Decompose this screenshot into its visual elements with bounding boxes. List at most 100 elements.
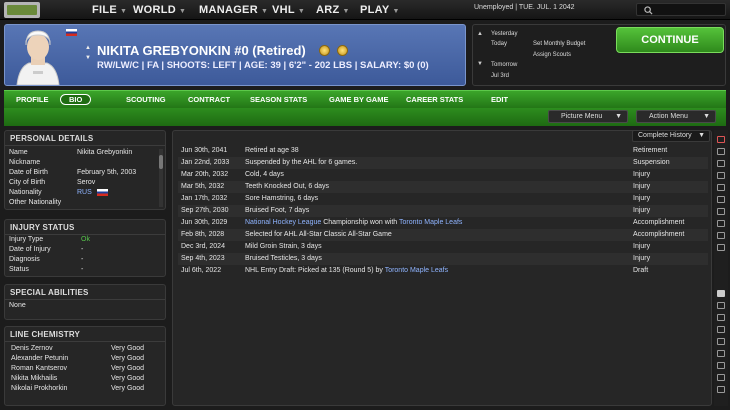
event-date: Sep 4th, 2023 [181,255,225,262]
injury-label: Status [9,266,29,273]
event-description-text: NHL Entry Draft: Picked at 135 (Round 5)… [245,267,385,274]
chemistry-player[interactable]: Roman Kantserov [11,365,67,372]
shield-icon[interactable] [717,302,725,309]
personal-details-panel: PERSONAL DETAILS Name Nikita Grebyonkin … [4,130,166,210]
menu-world[interactable]: WORLD ▼ [133,4,186,16]
hockey-stick-icon[interactable] [717,136,725,143]
history-filter-dropdown[interactable]: Complete History ▼ [632,130,710,142]
task-budget[interactable]: Set Monthly Budget [533,41,585,47]
people-icon[interactable] [717,196,725,203]
event-description: Retired at age 38 [245,147,299,154]
history-row: Sep 4th, 2023 Bruised Testicles, 3 days In… [178,253,708,265]
history-row: Mar 5th, 2032 Teeth Knocked Out, 6 days In… [178,181,708,193]
event-date: Jun 30th, 2041 [181,147,228,154]
line-chemistry-panel: LINE CHEMISTRY Denis Zernov Very Good Al… [4,326,166,406]
history-row: Jun 30th, 2029 National Hockey League Cha… [178,217,708,229]
event-date: Sep 27th, 2030 [181,207,229,214]
special-abilities-panel: SPECIAL ABILITIES None [4,284,166,320]
calendar-icon[interactable] [717,160,725,167]
chevron-down-icon: ▼ [297,8,306,15]
menu-file[interactable]: FILE ▼ [92,4,127,16]
history-row: Jan 17th, 2032 Sore Hamstring, 6 days Inju… [178,193,708,205]
tab-career-stats[interactable]: CAREER STATS [406,95,463,104]
search-input[interactable] [636,3,726,16]
event-type: Retirement [633,147,668,154]
list-icon[interactable] [717,148,725,155]
event-type: Injury [633,255,651,262]
mail-icon[interactable] [717,220,725,227]
event-type: Injury [633,195,651,202]
menu-vhl[interactable]: VHL ▼ [272,4,305,16]
menu-manager[interactable]: MANAGER ▼ [199,4,268,16]
detail-label: Name [9,149,28,156]
chemistry-value: Very Good [111,365,145,372]
medical-icon[interactable] [717,374,725,381]
tab-profile[interactable]: PROFILE [16,95,49,104]
player-name: NIKITA GREBYONKIN #0 (Retired) [97,43,306,58]
tab-bio[interactable]: BIO [60,94,92,105]
chevron-down-icon: ▼ [120,8,128,15]
scrollbar[interactable] [159,149,163,207]
chemistry-player[interactable]: Nikolai Prokhorkin [11,385,67,392]
arrow-down-icon[interactable]: ▼ [85,55,91,61]
trophy-icon[interactable] [717,208,725,215]
menu-play[interactable]: PLAY ▼ [360,4,400,16]
event-type: Accomplishment [633,219,685,226]
league-link[interactable]: National Hockey League [245,219,321,226]
detail-value: February 5th, 2003 [77,169,137,176]
money-icon[interactable] [717,326,725,333]
history-row: Jan 22nd, 2033 Suspended by the AHL for 6… [178,157,708,169]
app-logo-icon[interactable] [4,2,40,18]
team-link[interactable]: Toronto Maple Leafs [399,219,462,226]
chemistry-player[interactable]: Alexander Petunin [11,355,68,362]
calendar-up-icon[interactable]: ▲ [477,31,483,37]
chevron-down-icon: ▼ [615,113,622,120]
tab-edit[interactable]: EDIT [491,95,508,104]
tab-scouting[interactable]: SCOUTING [126,95,166,104]
chemistry-value: Very Good [111,345,145,352]
star-icon[interactable] [717,232,725,239]
clipboard-icon[interactable] [717,244,725,251]
injury-label: Injury Type [9,236,44,243]
nationality-link[interactable]: RUS [77,189,92,196]
history-row: Mar 20th, 2032 Cold, 4 days Injury [178,169,708,181]
manager-status-date: Unemployed | TUE. JUL. 1 2042 [474,4,575,11]
trophy-icon [319,45,330,56]
stats-icon[interactable] [717,338,725,345]
event-type: Draft [633,267,649,274]
continue-button[interactable]: CONTINUE [616,27,724,53]
injury-label: Diagnosis [9,256,40,263]
chart-icon[interactable] [717,184,725,191]
tab-contract[interactable]: CONTRACT [188,95,230,104]
injury-status-panel: INJURY STATUS Injury Type Ok Date of Inj… [4,219,166,277]
menu-arz[interactable]: ARZ ▼ [316,4,350,16]
event-type: Accomplishment [633,231,685,238]
event-description: Teeth Knocked Out, 6 days [245,183,330,190]
gear-icon[interactable] [717,386,725,393]
chevron-down-icon: ▼ [342,8,350,15]
crossed-sticks-icon[interactable] [717,362,725,369]
bars-icon[interactable] [717,350,725,357]
chemistry-player[interactable]: Denis Zernov [11,345,53,352]
history-row: Sep 27th, 2030 Bruised Foot, 7 days Injury [178,205,708,217]
arrow-up-icon[interactable]: ▲ [85,45,91,51]
team-link[interactable]: Toronto Maple Leafs [385,267,448,274]
calendar-down-icon[interactable]: ▼ [477,61,483,67]
event-description: NHL Entry Draft: Picked at 135 (Round 5)… [245,267,448,274]
card-icon[interactable] [717,314,725,321]
document-icon[interactable] [717,172,725,179]
picture-menu-button[interactable]: Picture Menu ▼ [548,110,628,123]
tomorrow-label: Tomorrow [491,62,518,68]
event-date: Jan 22nd, 2033 [181,159,230,166]
tab-season-stats[interactable]: SEASON STATS [250,95,307,104]
event-description: Bruised Testicles, 3 days [245,255,322,262]
jersey-icon[interactable] [717,290,725,297]
task-scouts[interactable]: Assign Scouts [533,52,571,58]
chemistry-player[interactable]: Nikita Mikhailis [11,375,57,382]
detail-label: Other Nationality [9,199,62,206]
action-menu-label: Action Menu [649,113,688,120]
action-menu-button[interactable]: Action Menu ▼ [636,110,716,123]
tab-game-by-game[interactable]: GAME BY GAME [329,95,388,104]
detail-label: City of Birth [9,179,46,186]
injury-status-title: INJURY STATUS [10,223,75,232]
